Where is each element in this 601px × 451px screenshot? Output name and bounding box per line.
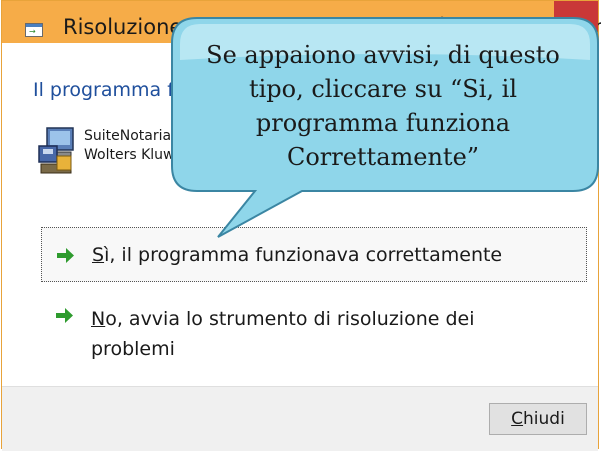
option-no-label: No, avvia lo strumento di risoluzione de… (91, 304, 511, 364)
close-button[interactable]: Chiudi (489, 403, 587, 435)
title-bar[interactable]: → Risoluzione problemi di compatibilità … (2, 1, 601, 43)
option-yes-label: Sì, il programma funzionava correttament… (92, 243, 502, 267)
option-no-hotkey: N (91, 308, 106, 330)
window-title: Risoluzione problemi di compatibilità de… (63, 15, 601, 39)
close-text: hiudi (523, 409, 565, 429)
option-yes-works[interactable]: Sì, il programma funzionava correttament… (41, 227, 587, 282)
green-arrow-icon (56, 308, 73, 323)
close-hotkey: C (511, 409, 524, 429)
option-yes-text: ì, il programma funzionava correttamente (104, 244, 503, 266)
window-close-button[interactable] (554, 1, 598, 31)
dialog-footer: Chiudi (2, 386, 598, 451)
option-no-troubleshoot[interactable]: No, avvia lo strumento di risoluzione de… (41, 297, 587, 367)
window-app-icon: → (25, 23, 43, 37)
option-yes-hotkey: S (92, 244, 105, 266)
green-arrow-icon (57, 248, 74, 263)
option-no-text: o, avvia lo strumento di risoluzione dei… (91, 308, 475, 360)
installer-icon (38, 127, 74, 174)
callout-text: Se appaiono avvisi, di questo tipo, clic… (206, 41, 560, 171)
